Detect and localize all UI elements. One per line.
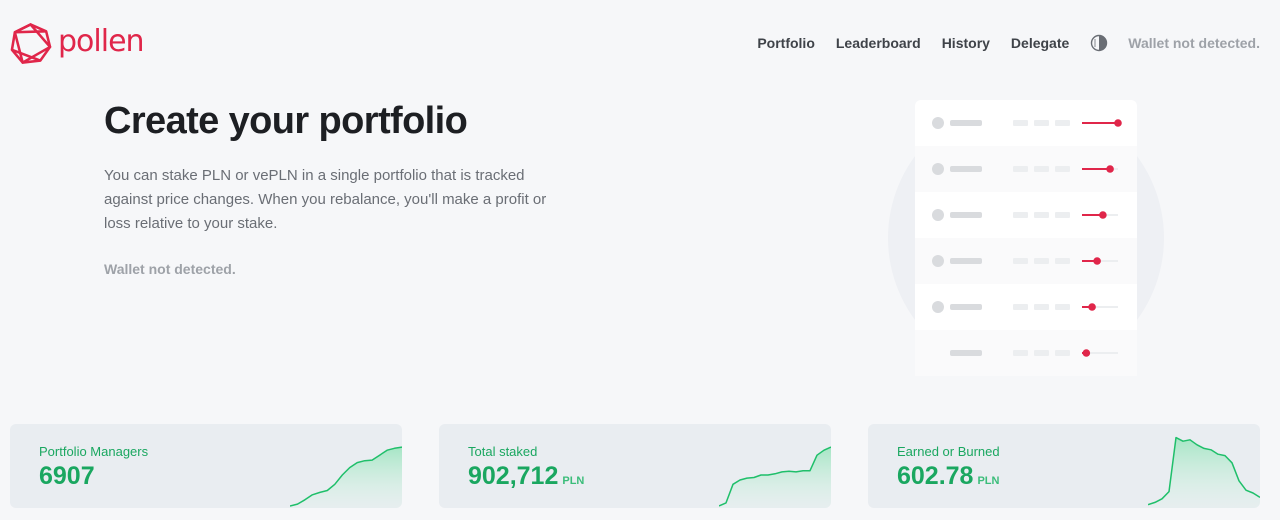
row-avatar <box>932 117 944 129</box>
slider-handle <box>1106 165 1114 173</box>
row-cell <box>1055 258 1070 264</box>
row-cell <box>1013 258 1028 264</box>
row-name-bar <box>950 304 982 310</box>
wallet-status[interactable]: Wallet not detected. <box>1128 35 1260 51</box>
stat-number: 602.78 <box>897 462 974 490</box>
sparkline-chart <box>719 446 831 508</box>
slider-handle <box>1088 303 1096 311</box>
sparkline-chart <box>290 446 402 508</box>
row-cell <box>1055 120 1070 126</box>
row-cell <box>1055 304 1070 310</box>
header: pollen Portfolio Leaderboard History Del… <box>0 0 1280 90</box>
stat-card-total-staked: Total staked 902,712 PLN <box>439 424 831 508</box>
stat-unit: PLN <box>977 475 1000 487</box>
stat-card-earned-or-burned: Earned or Burned 602.78 PLN <box>868 424 1260 508</box>
sparkline-chart <box>1148 436 1260 508</box>
row-avatar <box>932 255 944 267</box>
row-cell <box>1013 212 1028 218</box>
row-cell <box>1055 350 1070 356</box>
row-cell <box>1034 120 1049 126</box>
nav-leaderboard[interactable]: Leaderboard <box>836 35 921 51</box>
stat-card-portfolio-managers: Portfolio Managers 6907 <box>10 424 402 508</box>
stat-value: 902,712 PLN <box>468 462 584 491</box>
row-avatar <box>932 163 944 175</box>
stat-label: Total staked <box>468 444 538 459</box>
hero-wallet-status: Wallet not detected. <box>104 261 236 277</box>
brand-name: pollen <box>58 24 145 59</box>
row-cell <box>1013 304 1028 310</box>
illustration-row <box>915 146 1137 192</box>
sparkline-area <box>719 447 831 508</box>
row-avatar <box>932 209 944 221</box>
nav-history[interactable]: History <box>942 35 990 51</box>
pollen-logo[interactable]: pollen <box>9 22 145 66</box>
nav-delegate[interactable]: Delegate <box>1011 35 1069 51</box>
row-cell <box>1055 166 1070 172</box>
row-cell <box>1034 304 1049 310</box>
row-name-bar <box>950 166 982 172</box>
stat-label: Portfolio Managers <box>39 444 149 459</box>
illustration-row <box>915 238 1137 284</box>
row-cell <box>1013 350 1028 356</box>
slider-handle <box>1082 349 1091 357</box>
row-avatar <box>932 301 944 313</box>
slider-handle <box>1099 211 1107 219</box>
pollen-logo-icon <box>10 23 52 64</box>
nav-portfolio[interactable]: Portfolio <box>757 35 815 51</box>
row-name-bar <box>950 212 982 218</box>
row-name-bar <box>950 120 982 126</box>
row-cell <box>1034 258 1049 264</box>
row-name-bar <box>950 350 982 356</box>
contrast-icon[interactable] <box>1090 34 1108 52</box>
row-cell <box>1034 166 1049 172</box>
row-cell <box>1013 120 1028 126</box>
row-name-bar <box>950 258 982 264</box>
slider-handle <box>1114 119 1122 127</box>
illustration-row <box>915 330 1137 376</box>
stat-value: 602.78 PLN <box>897 462 999 491</box>
page-title: Create your portfolio <box>104 100 468 142</box>
row-cell <box>1055 212 1070 218</box>
slider-handle <box>1093 257 1101 265</box>
stat-value: 6907 <box>39 462 99 491</box>
stat-number: 902,712 <box>468 462 559 490</box>
row-cell <box>1013 166 1028 172</box>
row-cell <box>1034 212 1049 218</box>
stat-number: 6907 <box>39 462 95 490</box>
stat-label: Earned or Burned <box>897 444 1000 459</box>
hero-description: You can stake PLN or vePLN in a single p… <box>104 167 547 232</box>
portfolio-illustration <box>888 100 1164 376</box>
main-nav: Portfolio Leaderboard History Delegate W… <box>757 34 1260 52</box>
stat-unit: PLN <box>562 475 585 487</box>
row-cell <box>1034 350 1049 356</box>
